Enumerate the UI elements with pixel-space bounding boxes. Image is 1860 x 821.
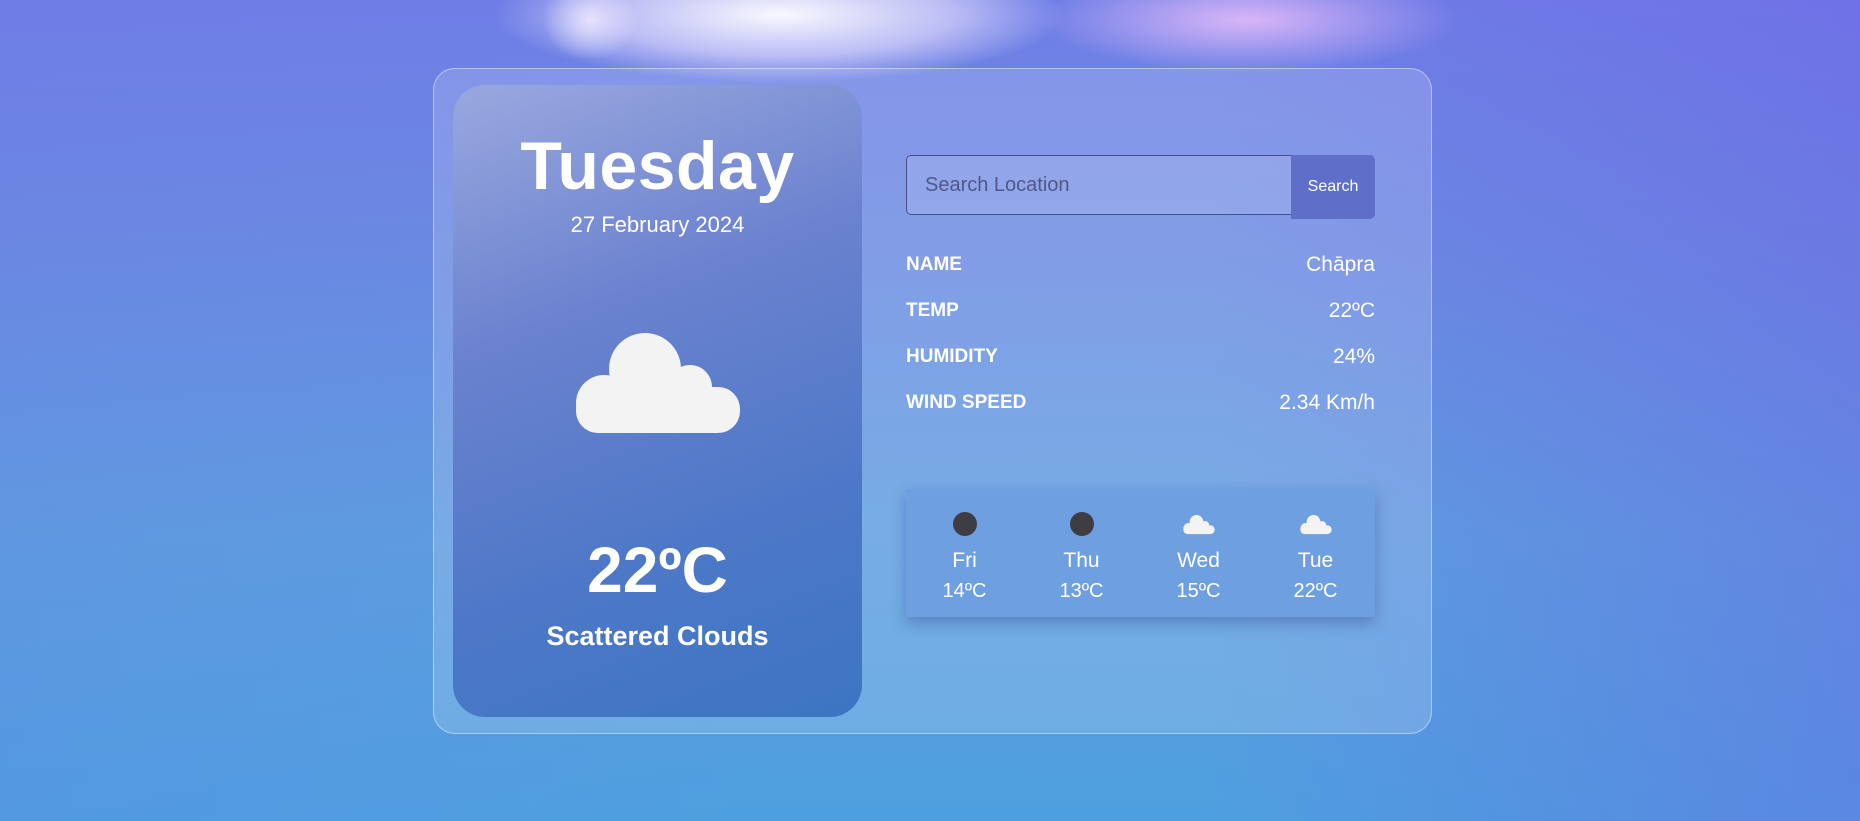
- forecast-item: Wed 15ºC: [1140, 489, 1257, 617]
- forecast-temp: 22ºC: [1293, 580, 1338, 602]
- moon-icon: [952, 512, 977, 536]
- search-button[interactable]: Search: [1291, 155, 1375, 219]
- search-location-input[interactable]: [906, 155, 1292, 215]
- detail-label: TEMP: [906, 300, 959, 321]
- detail-label: NAME: [906, 254, 962, 275]
- forecast-item: Fri 14ºC: [906, 489, 1023, 617]
- forecast-temp: 14ºC: [942, 580, 987, 602]
- forecast-temp: 13ºC: [1059, 580, 1104, 602]
- forecast-item: Tue 22ºC: [1257, 489, 1374, 617]
- cloud-icon: [1299, 515, 1332, 535]
- forecast-panel: Fri 14ºC Thu 13ºC Wed 15ºC Tue 22ºC: [906, 489, 1375, 617]
- detail-value: 24%: [1332, 345, 1375, 368]
- detail-value: 2.34 Km/h: [1279, 391, 1375, 414]
- forecast-day: Wed: [1177, 549, 1220, 572]
- current-weather-card: Tuesday 27 February 2024 22ºC Scattered …: [453, 85, 862, 717]
- forecast-day: Tue: [1297, 549, 1334, 572]
- cloud-icon: [1182, 515, 1215, 535]
- current-date: 27 February 2024: [570, 212, 745, 237]
- detail-row-temp: TEMP 22ºC: [906, 299, 1375, 330]
- weather-description: Scattered Clouds: [546, 621, 769, 651]
- forecast-item: Thu 13ºC: [1023, 489, 1140, 617]
- moon-icon: [1069, 512, 1094, 536]
- day-name: Tuesday: [520, 128, 795, 204]
- forecast-day: Thu: [1063, 549, 1100, 572]
- detail-value: 22ºC: [1328, 299, 1375, 322]
- detail-row-wind-speed: WIND SPEED 2.34 Km/h: [906, 391, 1375, 422]
- detail-value: Chāpra: [1306, 253, 1375, 276]
- current-temperature: 22ºC: [587, 534, 728, 606]
- detail-row-humidity: HUMIDITY 24%: [906, 345, 1375, 376]
- forecast-day: Fri: [952, 549, 977, 572]
- detail-row-name: NAME Chāpra: [906, 253, 1375, 284]
- forecast-temp: 15ºC: [1176, 580, 1221, 602]
- detail-label: WIND SPEED: [906, 392, 1027, 413]
- detail-label: HUMIDITY: [906, 346, 998, 367]
- cloud-icon: [574, 325, 742, 435]
